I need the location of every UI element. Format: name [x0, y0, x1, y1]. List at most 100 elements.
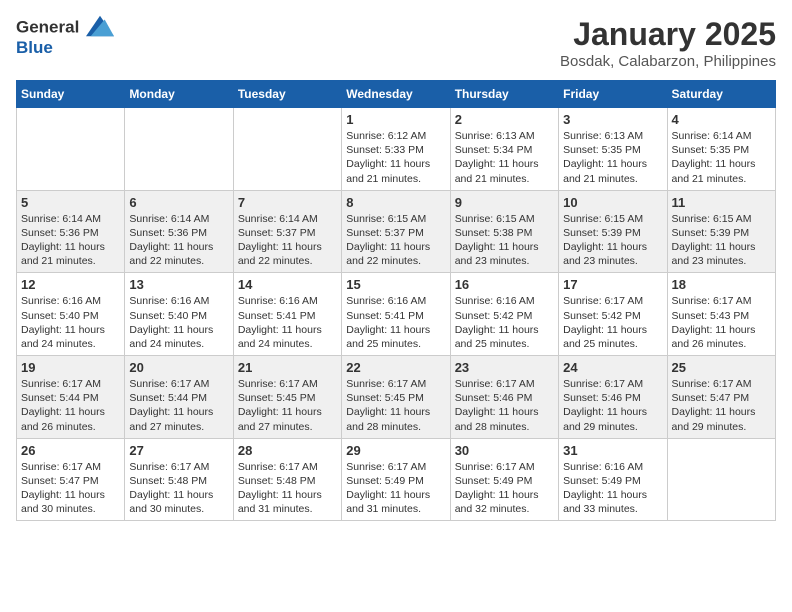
calendar-cell: 17 Sunrise: 6:17 AMSunset: 5:42 PMDayligh… — [559, 273, 667, 356]
cell-info-text: Sunrise: 6:16 AMSunset: 5:49 PMDaylight:… — [563, 460, 662, 517]
calendar-cell — [125, 108, 233, 191]
calendar-cell: 31 Sunrise: 6:16 AMSunset: 5:49 PMDayligh… — [559, 438, 667, 521]
calendar-header-row: SundayMondayTuesdayWednesdayThursdayFrid… — [17, 81, 776, 108]
cell-info-text: Sunrise: 6:17 AMSunset: 5:49 PMDaylight:… — [455, 460, 554, 517]
calendar-cell: 27 Sunrise: 6:17 AMSunset: 5:48 PMDayligh… — [125, 438, 233, 521]
calendar-week-row: 12Sunrise: 6:16 AMSunset: 5:40 PMDayligh… — [17, 273, 776, 356]
calendar-cell: 18 Sunrise: 6:17 AMSunset: 5:43 PMDayligh… — [667, 273, 775, 356]
cell-info-text: Sunrise: 6:17 AMSunset: 5:48 PMDaylight:… — [129, 460, 228, 517]
calendar-cell: 14 Sunrise: 6:16 AMSunset: 5:41 PMDayligh… — [233, 273, 341, 356]
calendar-cell: 13Sunrise: 6:16 AMSunset: 5:40 PMDayligh… — [125, 273, 233, 356]
cell-info-text: Sunrise: 6:17 AMSunset: 5:44 PMDaylight:… — [21, 377, 120, 434]
cell-info-text: Sunrise: 6:17 AMSunset: 5:42 PMDaylight:… — [563, 294, 662, 351]
cell-date-number: 28 — [238, 443, 337, 458]
calendar-cell — [17, 108, 125, 191]
cell-info-text: Sunrise: 6:14 AMSunset: 5:35 PMDaylight:… — [672, 129, 771, 186]
cell-date-number: 12 — [21, 277, 120, 292]
cell-info-text: Sunrise: 6:17 AMSunset: 5:46 PMDaylight:… — [563, 377, 662, 434]
calendar-cell: 5 Sunrise: 6:14 AMSunset: 5:36 PMDaylight… — [17, 190, 125, 273]
cell-info-text: Sunrise: 6:16 AMSunset: 5:41 PMDaylight:… — [346, 294, 445, 351]
cell-date-number: 11 — [672, 195, 771, 210]
weekday-header: Wednesday — [342, 81, 450, 108]
page-header: General Blue January 2025 Bosdak, Calaba… — [16, 16, 776, 70]
calendar-week-row: 1Sunrise: 6:12 AMSunset: 5:33 PMDaylight… — [17, 108, 776, 191]
calendar-cell: 29 Sunrise: 6:17 AMSunset: 5:49 PMDayligh… — [342, 438, 450, 521]
calendar-title: January 2025 — [560, 16, 776, 53]
cell-info-text: Sunrise: 6:17 AMSunset: 5:48 PMDaylight:… — [238, 460, 337, 517]
cell-date-number: 26 — [21, 443, 120, 458]
calendar-cell: 30 Sunrise: 6:17 AMSunset: 5:49 PMDayligh… — [450, 438, 558, 521]
calendar-cell: 22 Sunrise: 6:17 AMSunset: 5:45 PMDayligh… — [342, 356, 450, 439]
calendar-cell — [233, 108, 341, 191]
cell-info-text: Sunrise: 6:16 AMSunset: 5:42 PMDaylight:… — [455, 294, 554, 351]
calendar-cell: 16Sunrise: 6:16 AMSunset: 5:42 PMDayligh… — [450, 273, 558, 356]
cell-date-number: 5 — [21, 195, 120, 210]
calendar-cell: 15 Sunrise: 6:16 AMSunset: 5:41 PMDayligh… — [342, 273, 450, 356]
calendar-cell: 23 Sunrise: 6:17 AMSunset: 5:46 PMDayligh… — [450, 356, 558, 439]
cell-info-text: Sunrise: 6:16 AMSunset: 5:41 PMDaylight:… — [238, 294, 337, 351]
cell-info-text: Sunrise: 6:13 AMSunset: 5:34 PMDaylight:… — [455, 129, 554, 186]
calendar-week-row: 26 Sunrise: 6:17 AMSunset: 5:47 PMDayligh… — [17, 438, 776, 521]
cell-date-number: 27 — [129, 443, 228, 458]
logo-blue: Blue — [16, 38, 114, 58]
calendar-cell: 6 Sunrise: 6:14 AMSunset: 5:36 PMDaylight… — [125, 190, 233, 273]
cell-info-text: Sunrise: 6:14 AMSunset: 5:36 PMDaylight:… — [21, 212, 120, 269]
cell-date-number: 22 — [346, 360, 445, 375]
calendar-cell: 19 Sunrise: 6:17 AMSunset: 5:44 PMDayligh… — [17, 356, 125, 439]
cell-date-number: 13 — [129, 277, 228, 292]
cell-info-text: Sunrise: 6:17 AMSunset: 5:47 PMDaylight:… — [21, 460, 120, 517]
weekday-header: Sunday — [17, 81, 125, 108]
weekday-header: Tuesday — [233, 81, 341, 108]
cell-info-text: Sunrise: 6:15 AMSunset: 5:38 PMDaylight:… — [455, 212, 554, 269]
calendar-cell: 25 Sunrise: 6:17 AMSunset: 5:47 PMDayligh… — [667, 356, 775, 439]
cell-info-text: Sunrise: 6:17 AMSunset: 5:43 PMDaylight:… — [672, 294, 771, 351]
cell-date-number: 30 — [455, 443, 554, 458]
cell-date-number: 14 — [238, 277, 337, 292]
cell-info-text: Sunrise: 6:17 AMSunset: 5:49 PMDaylight:… — [346, 460, 445, 517]
cell-info-text: Sunrise: 6:15 AMSunset: 5:39 PMDaylight:… — [672, 212, 771, 269]
weekday-header: Saturday — [667, 81, 775, 108]
cell-info-text: Sunrise: 6:14 AMSunset: 5:37 PMDaylight:… — [238, 212, 337, 269]
cell-date-number: 9 — [455, 195, 554, 210]
cell-date-number: 31 — [563, 443, 662, 458]
cell-date-number: 29 — [346, 443, 445, 458]
cell-date-number: 20 — [129, 360, 228, 375]
calendar-cell: 10 Sunrise: 6:15 AMSunset: 5:39 PMDayligh… — [559, 190, 667, 273]
cell-info-text: Sunrise: 6:17 AMSunset: 5:45 PMDaylight:… — [238, 377, 337, 434]
cell-info-text: Sunrise: 6:14 AMSunset: 5:36 PMDaylight:… — [129, 212, 228, 269]
cell-info-text: Sunrise: 6:17 AMSunset: 5:45 PMDaylight:… — [346, 377, 445, 434]
cell-date-number: 2 — [455, 112, 554, 127]
cell-date-number: 19 — [21, 360, 120, 375]
calendar-week-row: 19 Sunrise: 6:17 AMSunset: 5:44 PMDayligh… — [17, 356, 776, 439]
cell-date-number: 10 — [563, 195, 662, 210]
cell-date-number: 6 — [129, 195, 228, 210]
cell-info-text: Sunrise: 6:17 AMSunset: 5:47 PMDaylight:… — [672, 377, 771, 434]
weekday-header: Monday — [125, 81, 233, 108]
calendar-cell — [667, 438, 775, 521]
cell-info-text: Sunrise: 6:13 AMSunset: 5:35 PMDaylight:… — [563, 129, 662, 186]
cell-info-text: Sunrise: 6:12 AMSunset: 5:33 PMDaylight:… — [346, 129, 445, 186]
cell-date-number: 3 — [563, 112, 662, 127]
calendar-cell: 2 Sunrise: 6:13 AMSunset: 5:34 PMDaylight… — [450, 108, 558, 191]
calendar-cell: 28 Sunrise: 6:17 AMSunset: 5:48 PMDayligh… — [233, 438, 341, 521]
cell-date-number: 7 — [238, 195, 337, 210]
cell-info-text: Sunrise: 6:17 AMSunset: 5:46 PMDaylight:… — [455, 377, 554, 434]
calendar-subtitle: Bosdak, Calabarzon, Philippines — [560, 53, 776, 70]
cell-date-number: 23 — [455, 360, 554, 375]
cell-date-number: 21 — [238, 360, 337, 375]
cell-date-number: 18 — [672, 277, 771, 292]
cell-date-number: 24 — [563, 360, 662, 375]
calendar-cell: 11 Sunrise: 6:15 AMSunset: 5:39 PMDayligh… — [667, 190, 775, 273]
calendar-table: SundayMondayTuesdayWednesdayThursdayFrid… — [16, 80, 776, 521]
calendar-cell: 4Sunrise: 6:14 AMSunset: 5:35 PMDaylight… — [667, 108, 775, 191]
title-block: January 2025 Bosdak, Calabarzon, Philipp… — [560, 16, 776, 70]
logo: General Blue — [16, 16, 114, 58]
cell-info-text: Sunrise: 6:15 AMSunset: 5:39 PMDaylight:… — [563, 212, 662, 269]
cell-date-number: 17 — [563, 277, 662, 292]
cell-date-number: 25 — [672, 360, 771, 375]
calendar-cell: 7 Sunrise: 6:14 AMSunset: 5:37 PMDaylight… — [233, 190, 341, 273]
calendar-week-row: 5 Sunrise: 6:14 AMSunset: 5:36 PMDaylight… — [17, 190, 776, 273]
calendar-cell: 12Sunrise: 6:16 AMSunset: 5:40 PMDayligh… — [17, 273, 125, 356]
cell-date-number: 15 — [346, 277, 445, 292]
calendar-cell: 8Sunrise: 6:15 AMSunset: 5:37 PMDaylight… — [342, 190, 450, 273]
